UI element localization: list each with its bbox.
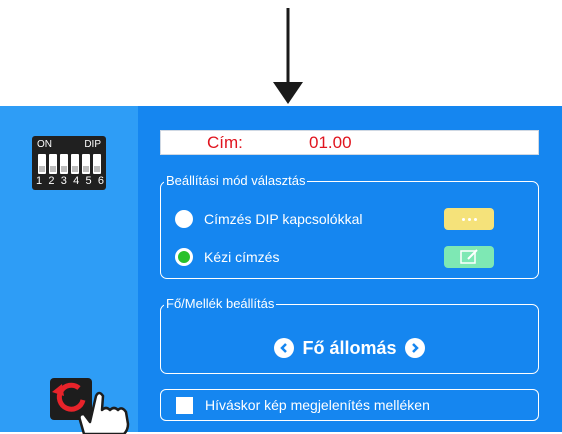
next-button[interactable] [404,338,425,358]
dip-switch-icon[interactable]: ON DIP 1 2 3 4 5 6 [32,136,106,190]
radio-button-selected[interactable] [175,248,193,266]
more-dots-icon [473,217,477,221]
down-arrow-icon [273,8,303,104]
mode-group: Beállítási mód választás Címzés DIP kapc… [160,173,539,279]
display-option-row[interactable]: Híváskor kép megjelenítés melléken [160,389,539,421]
radio-button[interactable] [175,210,193,228]
dip-switch-1 [38,154,46,174]
address-value: 01.00 [309,133,352,152]
station-group: Fő/Mellék beállítás Fő állomás [160,296,539,374]
radio-label: Kézi címzés [204,249,280,265]
dip-numbers: 1 2 3 4 5 6 [36,175,104,187]
sidebar: ON DIP 1 2 3 4 5 6 [0,106,138,434]
radio-option-manual[interactable]: Kézi címzés [175,246,279,268]
station-group-title: Fő/Mellék beállítás [164,296,277,312]
dip-number: 4 [73,175,80,187]
dip-switch-5 [82,154,90,174]
radio-option-dip[interactable]: Címzés DIP kapcsolókkal [175,208,362,230]
dip-number: 6 [97,175,104,187]
edit-icon [460,249,478,264]
address-display: Cím: 01.00 [160,130,539,155]
dip-number: 5 [85,175,92,187]
dip-number: 2 [48,175,55,187]
mode-group-title: Beállítási mód választás [164,173,308,189]
dip-number: 3 [60,175,67,187]
station-selector: Fő állomás [161,335,538,361]
station-value: Fő állomás [302,337,397,358]
settings-panel: ON DIP 1 2 3 4 5 6 Cím: 01.00 Beállítási… [0,106,562,434]
radio-label: Címzés DIP kapcsolókkal [204,211,363,227]
dip-switch-3 [60,154,68,174]
dip-switch-2 [49,154,57,174]
dip-label: DIP [84,139,101,150]
more-dots-icon [467,217,471,221]
chevron-right-icon [411,343,419,353]
chevron-left-icon [280,343,288,353]
address-label: Cím: [207,133,243,152]
display-option-checkbox[interactable] [176,397,193,414]
reset-hand-icon[interactable] [50,378,142,434]
more-dots-icon [461,217,465,221]
edit-button[interactable] [444,246,494,268]
dip-switch-4 [71,154,79,174]
dip-on-label: ON [37,139,52,150]
more-button[interactable] [444,208,494,230]
dip-number: 1 [36,175,43,187]
prev-button[interactable] [274,338,295,358]
dip-switch-6 [93,154,101,174]
display-option-label: Híváskor kép megjelenítés melléken [205,397,430,413]
